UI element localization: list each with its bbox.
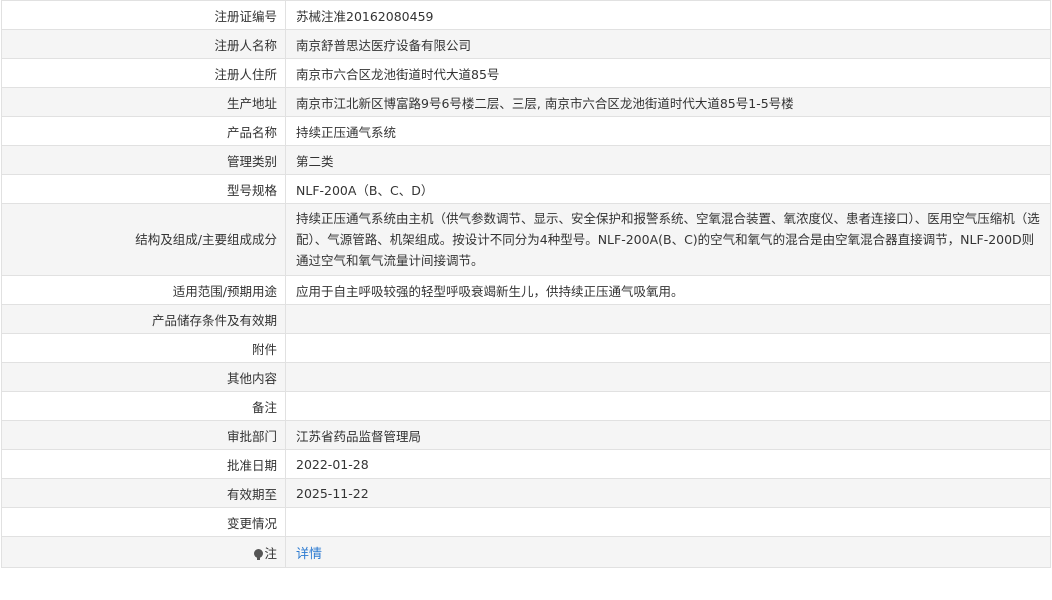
- row-value: 南京市江北新区博富路9号6号楼二层、三层, 南京市六合区龙池街道时代大道85号1…: [285, 87, 1051, 117]
- row-label: 审批部门: [1, 420, 286, 450]
- row-storage-validity: 产品储存条件及有效期: [1, 304, 1051, 334]
- row-attachments: 附件: [1, 333, 1051, 363]
- row-label: 注册证编号: [1, 0, 286, 30]
- row-label: 注册人名称: [1, 29, 286, 59]
- row-label: 产品储存条件及有效期: [1, 304, 286, 334]
- row-value: 2022-01-28: [285, 449, 1051, 479]
- row-registrant-address: 注册人住所 南京市六合区龙池街道时代大道85号: [1, 58, 1051, 88]
- row-value: 第二类: [285, 145, 1051, 175]
- row-value: [285, 362, 1051, 392]
- row-approval-department: 审批部门 江苏省药品监督管理局: [1, 420, 1051, 450]
- lightbulb-icon: [254, 548, 264, 560]
- row-note: 注 详情: [1, 536, 1051, 568]
- row-label: 批准日期: [1, 449, 286, 479]
- registration-info-table: 注册证编号 苏械注准20162080459 注册人名称 南京舒普思达医疗设备有限…: [1, 0, 1051, 568]
- row-value: [285, 304, 1051, 334]
- row-registrant-name: 注册人名称 南京舒普思达医疗设备有限公司: [1, 29, 1051, 59]
- row-value: [285, 333, 1051, 363]
- row-value: 南京舒普思达医疗设备有限公司: [285, 29, 1051, 59]
- row-model-spec: 型号规格 NLF-200A（B、C、D）: [1, 174, 1051, 204]
- row-intended-use: 适用范围/预期用途 应用于自主呼吸较强的轻型呼吸衰竭新生儿，供持续正压通气吸氧用…: [1, 275, 1051, 305]
- row-value: 江苏省药品监督管理局: [285, 420, 1051, 450]
- row-structure-composition: 结构及组成/主要组成成分 持续正压通气系统由主机（供气参数调节、显示、安全保护和…: [1, 203, 1051, 276]
- row-remarks: 备注: [1, 391, 1051, 421]
- details-link[interactable]: 详情: [296, 547, 322, 562]
- row-label: 注册人住所: [1, 58, 286, 88]
- row-value: 南京市六合区龙池街道时代大道85号: [285, 58, 1051, 88]
- row-label: 适用范围/预期用途: [1, 275, 286, 305]
- row-value: 持续正压通气系统: [285, 116, 1051, 146]
- row-label: 管理类别: [1, 145, 286, 175]
- row-production-address: 生产地址 南京市江北新区博富路9号6号楼二层、三层, 南京市六合区龙池街道时代大…: [1, 87, 1051, 117]
- row-label: 备注: [1, 391, 286, 421]
- row-management-category: 管理类别 第二类: [1, 145, 1051, 175]
- note-value-cell: 详情: [285, 536, 1051, 568]
- row-label: 有效期至: [1, 478, 286, 508]
- row-value: 应用于自主呼吸较强的轻型呼吸衰竭新生儿，供持续正压通气吸氧用。: [285, 275, 1051, 305]
- row-label: 其他内容: [1, 362, 286, 392]
- row-label: 变更情况: [1, 507, 286, 537]
- row-label: 结构及组成/主要组成成分: [1, 203, 286, 276]
- note-label: 注: [264, 545, 277, 561]
- row-label: 生产地址: [1, 87, 286, 117]
- note-label-cell: 注: [1, 536, 286, 568]
- row-value: [285, 507, 1051, 537]
- row-value: 持续正压通气系统由主机（供气参数调节、显示、安全保护和报警系统、空氧混合装置、氧…: [285, 203, 1051, 276]
- row-value: 苏械注准20162080459: [285, 0, 1051, 30]
- row-registration-number: 注册证编号 苏械注准20162080459: [1, 0, 1051, 30]
- row-label: 附件: [1, 333, 286, 363]
- row-change-history: 变更情况: [1, 507, 1051, 537]
- row-valid-until: 有效期至 2025-11-22: [1, 478, 1051, 508]
- row-value: 2025-11-22: [285, 478, 1051, 508]
- row-value: NLF-200A（B、C、D）: [285, 174, 1051, 204]
- row-label: 型号规格: [1, 174, 286, 204]
- row-approval-date: 批准日期 2022-01-28: [1, 449, 1051, 479]
- row-value: [285, 391, 1051, 421]
- row-product-name: 产品名称 持续正压通气系统: [1, 116, 1051, 146]
- row-other-content: 其他内容: [1, 362, 1051, 392]
- row-label: 产品名称: [1, 116, 286, 146]
